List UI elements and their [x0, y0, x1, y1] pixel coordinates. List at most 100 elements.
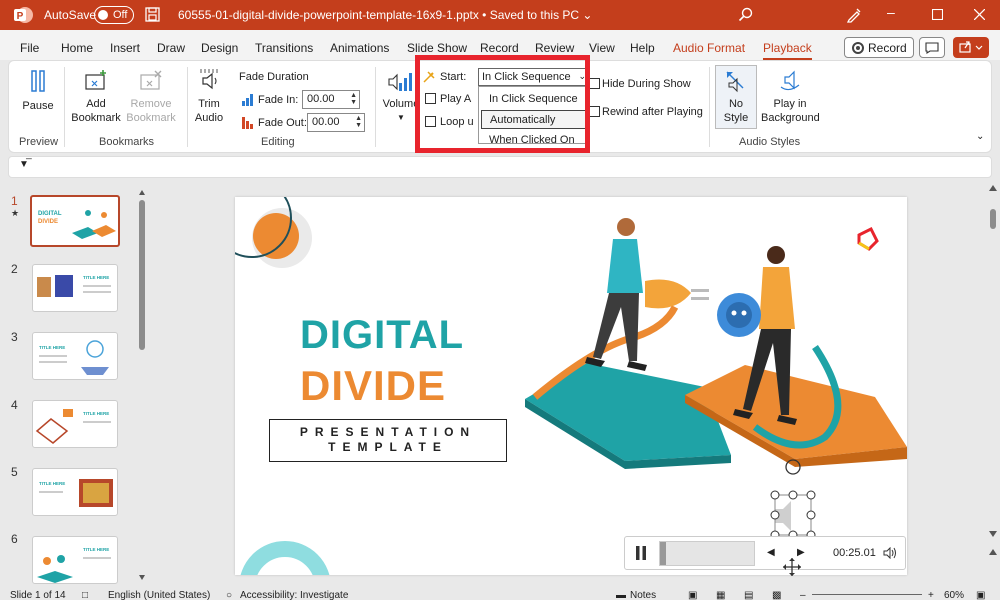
slide-sorter-icon[interactable]: ▦ [716, 590, 725, 600]
play-in-background-icon [780, 70, 800, 91]
remove-bookmark-label-2: Bookmark [126, 112, 176, 124]
zoom-level[interactable]: 60% [944, 590, 964, 600]
language[interactable]: English (United States) [108, 590, 210, 600]
autosave-toggle[interactable]: Off [94, 6, 134, 24]
slide-5-preview: TITLE HERE [39, 479, 113, 507]
slideshow-icon[interactable]: ▩ [772, 590, 781, 600]
comments-button[interactable] [919, 37, 945, 58]
audio-player-bar: ◀ ▶ 00:25.01 [624, 536, 906, 570]
title-bar: P AutoSave Off 60555-01-digital-divide-p… [0, 0, 1000, 30]
zoom-out-icon[interactable]: – [800, 590, 806, 600]
rewind-after-playing-label: Rewind after Playing [602, 106, 703, 118]
tab-animations[interactable]: Animations [330, 41, 389, 55]
group-label-audio-styles: Audio Styles [739, 136, 801, 148]
toggle-knob [98, 10, 108, 20]
tab-audio-format[interactable]: Audio Format [673, 41, 745, 55]
rewind-icon[interactable]: ◀ [767, 547, 775, 558]
remove-bookmark-button[interactable]: Remove Bookmark [123, 69, 179, 125]
slide-number: 4 [11, 398, 18, 412]
slide-scrollbar[interactable] [987, 185, 999, 585]
slide-subtitle-box[interactable]: PRESENTATION TEMPLATE [269, 419, 507, 462]
tab-review[interactable]: Review [535, 41, 574, 55]
hide-during-show-label: Hide During Show [602, 78, 691, 90]
tab-draw[interactable]: Draw [157, 41, 185, 55]
tab-record[interactable]: Record [480, 41, 519, 55]
accessibility-status[interactable]: Accessibility: Investigate [240, 590, 348, 600]
slide-number: 1 [11, 194, 18, 208]
tab-slide-show[interactable]: Slide Show [407, 41, 467, 55]
slide-title-line-1[interactable]: DIGITAL [300, 313, 464, 358]
slide-count[interactable]: Slide 1 of 14 [10, 590, 66, 600]
spinner-arrows-icon[interactable]: ▲ ▼ [350, 92, 357, 106]
slide-title-line-2[interactable]: DIVIDE [300, 362, 446, 410]
play-in-background-button[interactable]: Play in Background [761, 69, 820, 125]
no-style-label-2: Style [723, 112, 749, 124]
trim-audio-label-2: Audio [194, 112, 224, 124]
rewind-after-playing-checkbox[interactable] [589, 106, 600, 117]
search-icon[interactable] [738, 7, 753, 22]
slide-thumbnail-6[interactable]: TITLE HERE [32, 536, 118, 584]
pause-button[interactable]: Pause [19, 69, 57, 113]
move-handle-icon[interactable] [782, 557, 802, 577]
collapse-ribbon-icon[interactable]: ⌄ [976, 131, 984, 142]
slide-3-preview: TITLE HERE [39, 340, 109, 375]
share-button[interactable] [953, 37, 989, 58]
customize-toolbar-icon[interactable]: ▼̅ [19, 159, 29, 170]
status-bar: Slide 1 of 14 □ English (United States) … [0, 590, 1000, 600]
tab-view[interactable]: View [589, 41, 615, 55]
audio-progress-handle[interactable] [660, 542, 666, 565]
slide-subtitle-line-1: PRESENTATION [299, 425, 477, 439]
audio-object-icon [770, 459, 816, 540]
tab-file[interactable]: File [20, 41, 39, 55]
pause-label: Pause [22, 100, 54, 112]
close-icon[interactable] [974, 9, 985, 20]
separator [64, 67, 65, 147]
slide-4-preview: TITLE HERE [35, 409, 111, 444]
pause-icon[interactable] [635, 546, 647, 560]
tab-home[interactable]: Home [61, 41, 93, 55]
no-style-button[interactable]: No Style [715, 65, 757, 129]
spinner-arrows-icon[interactable]: ▲ ▼ [355, 115, 362, 129]
slide-subtitle-line-2: TEMPLATE [328, 440, 448, 454]
spellcheck-icon[interactable]: □ [82, 590, 88, 600]
fade-out-value: 00.00 [312, 116, 340, 128]
tab-insert[interactable]: Insert [110, 41, 140, 55]
tab-help[interactable]: Help [630, 41, 655, 55]
minimize-icon[interactable]: – [887, 4, 895, 20]
thumbnails-scrollbar[interactable] [138, 190, 146, 580]
pen-icon[interactable] [846, 7, 862, 23]
slide-thumbnail-3[interactable]: TITLE HERE [32, 332, 118, 380]
slide-canvas[interactable]: DIGITAL DIVIDE PRESENTATION TEMPLATE [235, 197, 907, 575]
document-title[interactable]: 60555-01-digital-divide-powerpoint-templ… [178, 8, 592, 22]
slide-thumbnail-5[interactable]: TITLE HERE [32, 468, 118, 516]
slide-thumbnail-4[interactable]: TITLE HERE [32, 400, 118, 448]
volume-icon[interactable] [883, 547, 897, 559]
volume-icon [388, 73, 412, 91]
notes-button[interactable]: Notes [630, 590, 656, 600]
fade-in-input[interactable]: 00.00 ▲ ▼ [302, 90, 360, 109]
reading-view-icon[interactable]: ▤ [744, 590, 753, 600]
record-button[interactable]: Record [844, 37, 914, 58]
slide-2-preview: TITLE HERE [37, 275, 111, 297]
add-bookmark-button[interactable]: Add Bookmark [69, 69, 123, 125]
tab-playback[interactable]: Playback [763, 41, 812, 61]
save-icon[interactable] [145, 7, 160, 22]
hide-during-show-checkbox[interactable] [589, 78, 600, 89]
svg-text:P: P [17, 11, 24, 22]
zoom-in-icon[interactable]: + [928, 590, 934, 600]
audio-progress-bar[interactable] [659, 541, 755, 566]
fade-duration-label: Fade Duration [239, 71, 309, 83]
highlight-box [415, 55, 590, 153]
fit-slide-icon[interactable]: ▣ [976, 590, 985, 600]
slide-thumbnail-1[interactable]: DIGITAL DIVIDE [30, 195, 120, 247]
tab-transitions[interactable]: Transitions [255, 41, 313, 55]
tab-design[interactable]: Design [201, 41, 238, 55]
normal-view-icon[interactable]: ▣ [688, 590, 697, 600]
fade-out-input[interactable]: 00.00 ▲ ▼ [307, 113, 365, 132]
no-style-label-1: No [728, 98, 744, 110]
svg-text:DIGITAL: DIGITAL [38, 211, 62, 217]
slide-thumbnail-2[interactable]: TITLE HERE [32, 264, 118, 312]
trim-audio-button[interactable]: Trim Audio [191, 67, 227, 125]
maximize-icon[interactable] [932, 9, 943, 20]
zoom-slider[interactable] [812, 594, 922, 595]
